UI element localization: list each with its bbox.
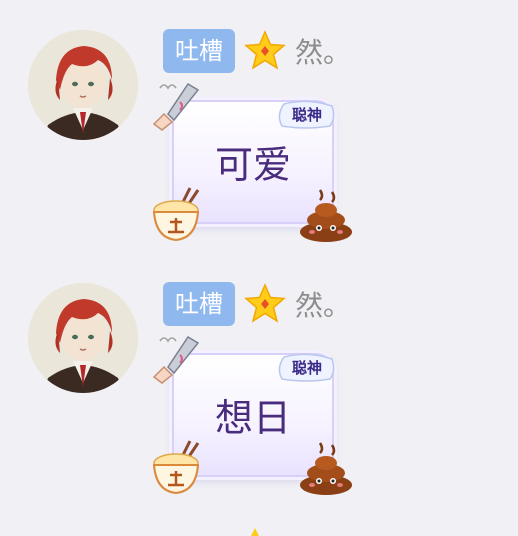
title-tag: 吐槽 — [163, 282, 235, 326]
star-badge-icon — [251, 528, 259, 536]
poop-icon — [300, 442, 352, 495]
message-text: 想日 — [214, 396, 291, 440]
rice-bowl-icon — [152, 187, 200, 242]
star-badge-icon — [244, 30, 286, 70]
congshen-badge: 聪神 — [278, 353, 336, 383]
knife-icon — [152, 335, 200, 384]
poop-icon — [300, 189, 352, 242]
sender-name[interactable]: 然。 — [295, 31, 351, 71]
message-bubble[interactable]: 可爱 聪神 — [150, 80, 360, 250]
sender-row: 吐槽 然。 — [163, 281, 351, 327]
rice-bowl-icon — [152, 440, 200, 495]
sender-row: 吐槽 然。 — [163, 28, 351, 74]
message-bubble[interactable]: 想日 聪神 — [150, 333, 360, 503]
congshen-badge: 聪神 — [278, 100, 336, 130]
star-badge-icon — [244, 283, 286, 323]
chat-message: 吐槽 然。 可爱 聪神 — [0, 0, 518, 250]
avatar-image — [28, 283, 138, 393]
chat-message: 吐槽 然。 想日 聪神 — [0, 253, 518, 503]
knife-icon — [152, 82, 200, 131]
sender-name[interactable]: 然。 — [295, 284, 351, 324]
message-text: 可爱 — [214, 143, 291, 187]
avatar-image — [28, 30, 138, 140]
title-tag: 吐槽 — [163, 29, 235, 73]
avatar[interactable] — [28, 30, 138, 140]
avatar[interactable] — [28, 283, 138, 393]
